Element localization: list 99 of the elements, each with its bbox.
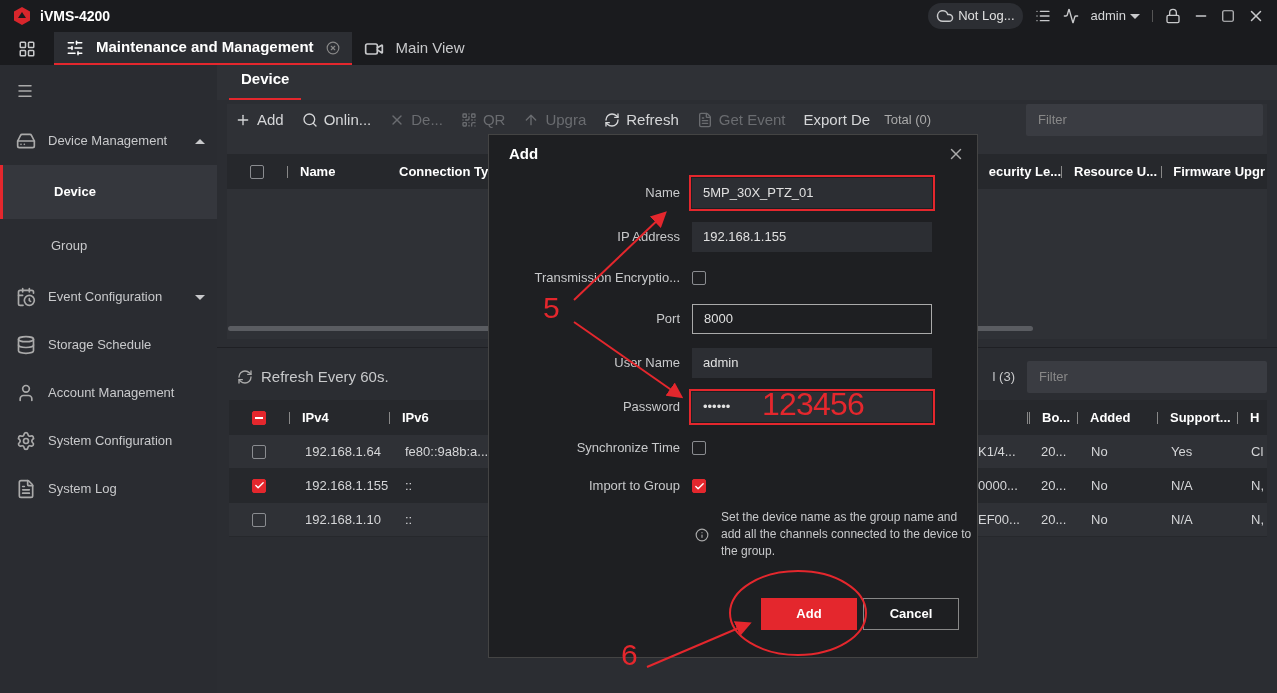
table-cell: Cl	[1251, 443, 1264, 459]
refresh-label: Refresh Every 60s.	[261, 366, 389, 387]
page-tab[interactable]: Device	[229, 67, 302, 100]
dialog-title: Add	[509, 143, 539, 164]
sidebar-item[interactable]: Event Configuration	[0, 273, 217, 321]
toolbar-button[interactable]: Onlin...	[301, 108, 372, 132]
table-cell: 192.168.1.64	[305, 443, 381, 459]
table-cell: ::	[405, 477, 413, 493]
refresh-icon	[237, 369, 253, 385]
column-header: Support...	[1170, 408, 1231, 427]
table-cell: ::	[405, 511, 413, 527]
cloud-status-button[interactable]: Not Log...	[928, 3, 1023, 29]
checkbox[interactable]	[252, 478, 266, 493]
table-cell: N,	[1251, 477, 1264, 493]
table-cell: No	[1091, 511, 1108, 527]
column-header: Added	[1090, 408, 1131, 427]
table-cell: 20...	[1041, 477, 1067, 493]
input-field[interactable]: admin	[692, 348, 932, 378]
step-number: 5	[543, 293, 560, 323]
input-field[interactable]: 5MP_30X_PTZ_01	[692, 178, 932, 208]
column-header: IPv4	[302, 408, 329, 427]
activity-icon[interactable]	[1062, 8, 1079, 24]
checkbox[interactable]	[250, 164, 264, 179]
hint-text: Set the device name as the group name and add all the channels connected to the device to the group.	[721, 509, 973, 560]
user-menu[interactable]: admin	[1090, 6, 1140, 26]
plus-icon	[235, 112, 251, 128]
lock-icon[interactable]	[1165, 8, 1181, 24]
app-title: iVMS-4200	[40, 6, 111, 26]
info-icon	[695, 527, 709, 542]
column-header: Resource U...	[1074, 162, 1158, 181]
input-field[interactable]: 8000	[692, 304, 932, 334]
cloud-icon	[936, 7, 955, 25]
field-label: Synchronize Time	[576, 439, 680, 458]
column-header: IPv6	[402, 408, 429, 427]
column-header: H	[1250, 408, 1260, 427]
sidebar-item[interactable]: System Log	[0, 465, 217, 513]
input-field[interactable]: 192.168.1.155	[692, 222, 932, 252]
column-header: Connection Ty	[399, 162, 489, 181]
app-logo-icon	[12, 6, 32, 26]
column-header: Bo...	[1042, 408, 1071, 427]
online-total: l (3)	[992, 368, 1015, 387]
menu-icon[interactable]	[16, 82, 34, 100]
table-cell: 192.168.1.10	[305, 511, 381, 527]
log-icon	[16, 479, 36, 499]
toolbar-button[interactable]: Add	[235, 108, 284, 132]
field-label: Name	[645, 184, 680, 203]
table-cell: N/A	[1171, 511, 1193, 527]
table-cell: N/A	[1171, 477, 1193, 493]
sidebar-item[interactable]: System Configuration	[0, 417, 217, 465]
document-icon	[696, 112, 713, 128]
table-cell: K1/4...	[978, 443, 1016, 459]
table-cell: 0000...	[978, 477, 1018, 493]
settings-icon	[16, 431, 36, 451]
table-cell: 20...	[1041, 511, 1067, 527]
checkbox[interactable]	[692, 271, 706, 285]
user-icon	[16, 383, 36, 403]
calendar-icon	[16, 287, 36, 307]
toolbar-button[interactable]: Refresh	[604, 108, 679, 132]
module-tab[interactable]: Maintenance and Management	[54, 32, 352, 65]
checkbox[interactable]	[692, 479, 706, 493]
qr-code-icon	[460, 112, 477, 128]
table-cell: 192.168.1.155	[305, 477, 389, 493]
table-cell: N,	[1251, 511, 1264, 527]
step-number: 6	[621, 640, 638, 670]
sliders-icon	[66, 38, 84, 57]
field-label: Port	[656, 310, 680, 329]
sidebar-item[interactable]: Group	[0, 219, 217, 273]
storage-icon	[16, 335, 36, 355]
column-header: ecurity Le...	[988, 162, 1061, 181]
maximize-icon[interactable]	[1221, 9, 1235, 23]
toolbar-button[interactable]: Export De	[803, 108, 871, 132]
add-button[interactable]: Add	[761, 598, 857, 630]
search-icon	[301, 112, 318, 128]
checkbox[interactable]	[692, 441, 706, 455]
module-tab[interactable]: Main View	[351, 32, 477, 65]
column-header: Firmware Upgr	[1173, 162, 1265, 181]
app-grid-icon[interactable]	[18, 39, 36, 58]
close-tab-icon[interactable]	[325, 40, 340, 55]
cancel-button[interactable]: Cancel	[863, 598, 959, 630]
list-icon[interactable]	[1034, 8, 1051, 24]
table-cell: fe80::9a8b:a...	[405, 443, 489, 459]
sidebar-item[interactable]: Device	[0, 165, 217, 219]
table-cell: No	[1091, 477, 1108, 493]
refresh-icon	[604, 112, 621, 128]
checkbox[interactable]	[252, 444, 266, 459]
checkbox[interactable]	[252, 410, 266, 425]
field-label: Import to Group	[588, 477, 680, 496]
table-cell: 20...	[1041, 443, 1067, 459]
sidebar-item[interactable]: Account Management	[0, 369, 217, 417]
device-icon	[16, 131, 36, 151]
column-header: Name	[300, 162, 336, 181]
device-total: Total (0)	[884, 111, 932, 130]
table-cell: No	[1091, 443, 1108, 459]
checkbox[interactable]	[252, 512, 266, 527]
sidebar-item[interactable]: Storage Schedule	[0, 321, 217, 369]
table-cell: EF00...	[978, 511, 1020, 527]
sidebar-item[interactable]: Device Management	[0, 117, 217, 165]
field-label: Password	[622, 398, 680, 417]
table-cell: Yes	[1171, 443, 1193, 459]
